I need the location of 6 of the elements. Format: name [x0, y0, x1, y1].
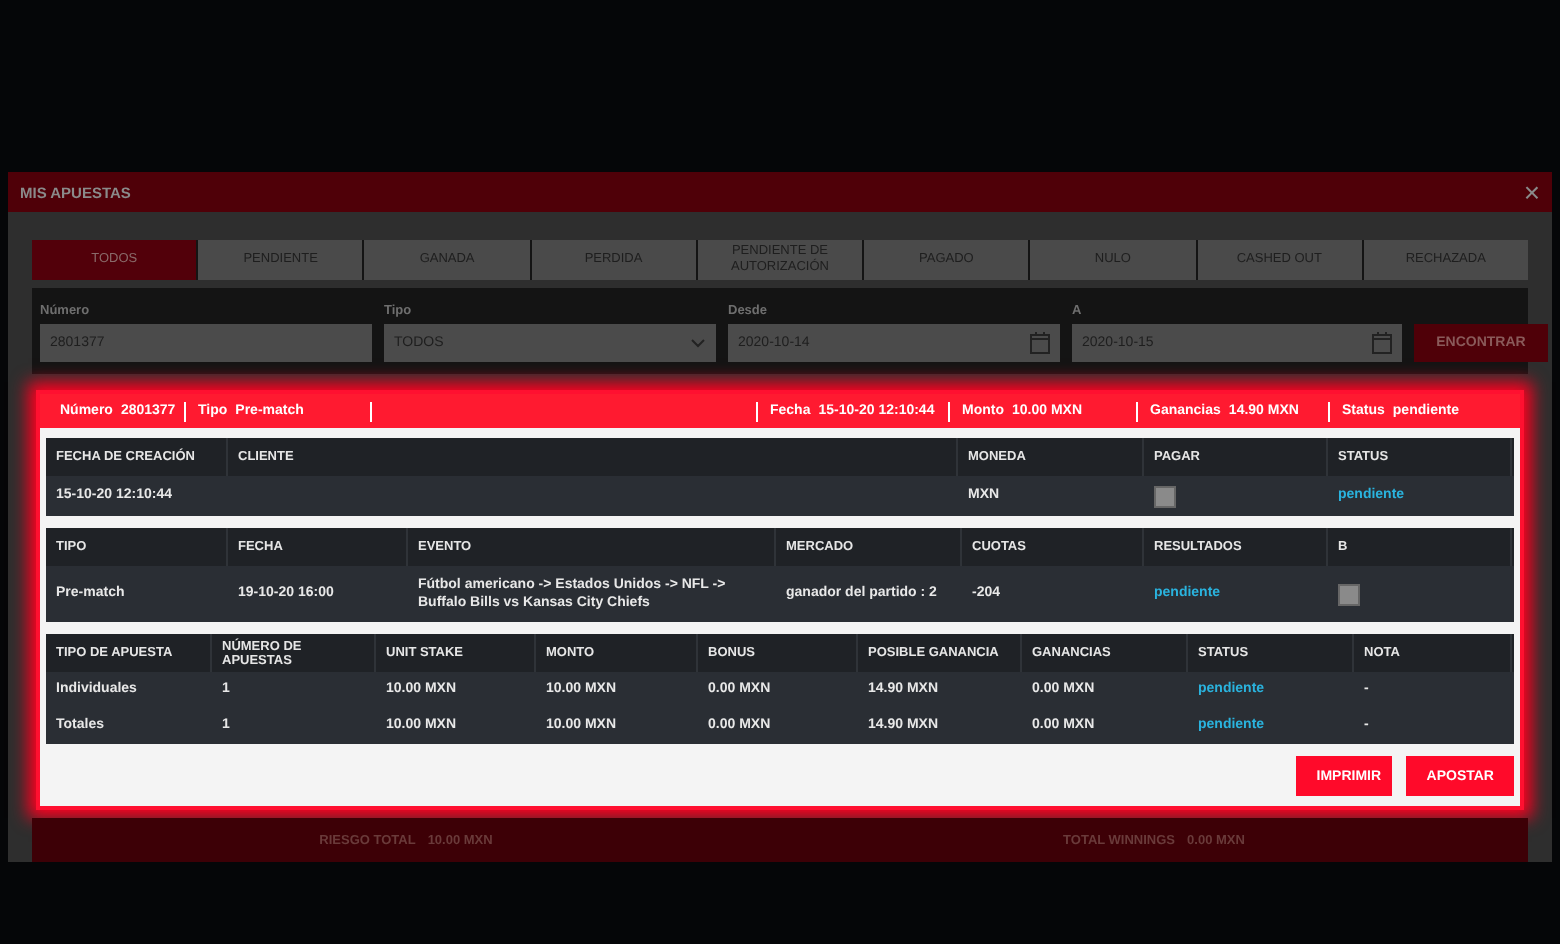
chevron-down-icon: [690, 338, 706, 348]
checkbox[interactable]: [1338, 583, 1360, 605]
calendar-icon: [1030, 332, 1050, 354]
checkbox[interactable]: [1154, 485, 1176, 507]
calendar-icon: [1372, 332, 1392, 354]
close-button[interactable]: ×: [1523, 178, 1540, 206]
